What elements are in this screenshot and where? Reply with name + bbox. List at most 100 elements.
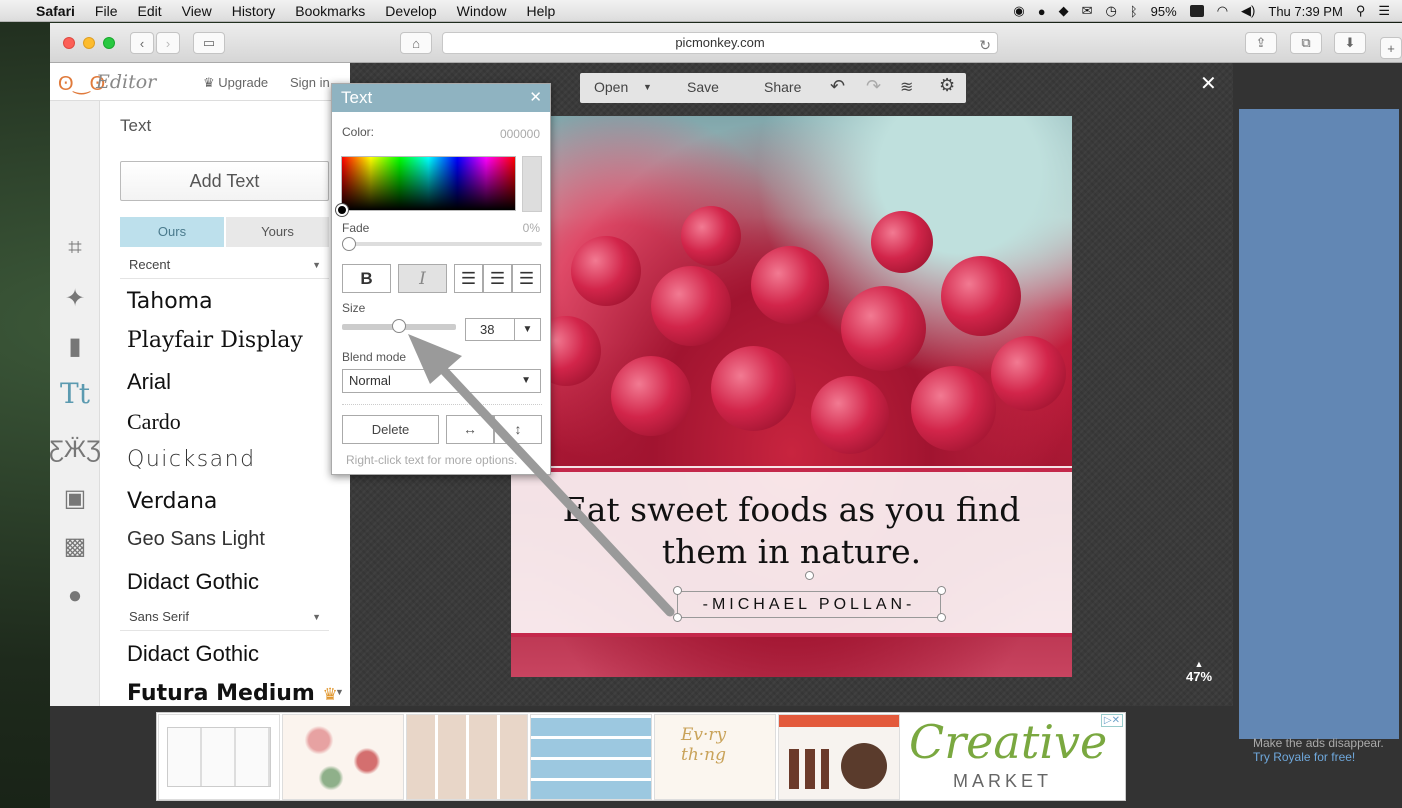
rotate-handle[interactable] <box>805 571 814 580</box>
ad-thumbnail[interactable] <box>530 714 652 800</box>
butterfly-icon[interactable]: ƸӜƷ <box>50 433 101 467</box>
signin-link[interactable]: Sign in <box>290 75 330 90</box>
zoom-control[interactable]: ▲ 47% <box>1186 659 1212 684</box>
texture-icon[interactable]: ▩ <box>58 529 92 563</box>
menu-file[interactable]: File <box>95 3 118 19</box>
italic-button[interactable]: I <box>398 264 447 293</box>
clock[interactable]: Thu 7:39 PM <box>1268 4 1342 19</box>
align-left-button[interactable]: ☰ <box>454 264 483 293</box>
battery-icon[interactable] <box>1189 5 1204 17</box>
undo-icon[interactable]: ↶ <box>830 76 845 97</box>
ad-thumbnail[interactable] <box>158 714 280 800</box>
spotlight-icon[interactable]: ⚲ <box>1356 3 1366 19</box>
ad-strip[interactable]: Ev·ry th·ng Creative MARKET ▷✕ <box>156 712 1126 801</box>
zoom-window-button[interactable] <box>103 37 115 49</box>
fade-slider-knob[interactable] <box>342 237 356 251</box>
resize-handle[interactable] <box>937 586 946 595</box>
address-bar[interactable]: picmonkey.com ↻ <box>442 32 998 54</box>
menu-edit[interactable]: Edit <box>137 3 161 19</box>
magic-wand-icon[interactable]: ✦ <box>58 281 92 315</box>
menu-window[interactable]: Window <box>457 3 507 19</box>
font-item[interactable]: Verdana <box>127 489 217 514</box>
close-icon[interactable]: ✕ <box>529 84 542 112</box>
color-spectrum[interactable] <box>341 156 516 211</box>
close-window-button[interactable] <box>63 37 75 49</box>
category-dropdown[interactable]: Sans Serif ▼ <box>120 603 329 631</box>
open-button[interactable]: Open <box>594 79 628 95</box>
fade-slider[interactable] <box>342 242 542 246</box>
share-editor-button[interactable]: Share <box>764 79 801 95</box>
menu-bookmarks[interactable]: Bookmarks <box>295 3 365 19</box>
ad-thumbnail[interactable] <box>406 714 528 800</box>
bold-button[interactable]: B <box>342 264 391 293</box>
align-right-button[interactable]: ☰ <box>512 264 541 293</box>
align-center-button[interactable]: ☰ <box>483 264 512 293</box>
lipstick-icon[interactable]: ▮ <box>58 329 92 363</box>
open-caret-icon[interactable]: ▼ <box>643 82 652 92</box>
font-item[interactable]: Cardo <box>127 409 181 435</box>
blend-mode-select[interactable]: Normal ▼ <box>342 369 541 393</box>
size-input[interactable]: 38 ▼ <box>465 318 541 341</box>
share-button[interactable]: ⇪ <box>1245 32 1277 54</box>
minimize-window-button[interactable] <box>83 37 95 49</box>
ad-thumbnail[interactable] <box>778 714 900 800</box>
font-item[interactable]: Quicksand <box>127 447 256 472</box>
ad-thumbnail[interactable] <box>282 714 404 800</box>
menu-history[interactable]: History <box>232 3 276 19</box>
bluetooth-icon[interactable]: ᛒ <box>1130 4 1138 19</box>
new-tab-button[interactable]: + <box>1380 37 1402 59</box>
notification-center-icon[interactable]: ☰ <box>1378 3 1390 19</box>
redo-icon[interactable]: ↷ <box>866 76 881 97</box>
font-item[interactable]: Playfair Display <box>127 328 303 353</box>
monkey-logo-icon[interactable]: ʘ‿ʘ <box>58 71 105 95</box>
recent-dropdown[interactable]: Recent ▼ <box>120 251 329 279</box>
menu-develop[interactable]: Develop <box>385 3 436 19</box>
resize-handle[interactable] <box>937 613 946 622</box>
caret-down-icon[interactable]: ▼ <box>514 319 540 340</box>
creative-market-ad[interactable]: Creative MARKET ▷✕ <box>901 713 1125 800</box>
dialog-header[interactable]: Text ✕ <box>332 84 550 112</box>
tab-yours[interactable]: Yours <box>226 217 329 247</box>
font-item[interactable]: Didact Gothic <box>127 569 259 595</box>
ad-close-icon[interactable]: ▷✕ <box>1100 714 1123 727</box>
flip-vertical-button[interactable]: ↕ <box>494 415 542 444</box>
tab-ours[interactable]: Ours <box>120 217 224 247</box>
add-text-button[interactable]: Add Text <box>120 161 329 201</box>
record-icon[interactable]: ◉ <box>1013 3 1024 19</box>
ad-thumbnail[interactable]: Ev·ry th·ng <box>654 714 776 800</box>
battery-percent[interactable]: 95% <box>1151 4 1177 19</box>
delete-button[interactable]: Delete <box>342 415 439 444</box>
quote-text[interactable]: Eat sweet foods as you find them in natu… <box>511 489 1072 573</box>
reload-icon[interactable]: ↻ <box>979 35 991 55</box>
text-tool-icon[interactable]: Tt <box>58 376 92 410</box>
menu-view[interactable]: View <box>182 3 212 19</box>
save-button[interactable]: Save <box>687 79 719 95</box>
time-machine-icon[interactable]: ◷ <box>1106 3 1117 19</box>
menu-help[interactable]: Help <box>526 3 555 19</box>
layers-icon[interactable]: ≋ <box>900 77 913 97</box>
resize-handle[interactable] <box>673 613 682 622</box>
royale-link[interactable]: Try Royale for free! <box>1253 750 1393 764</box>
close-editor-icon[interactable]: ✕ <box>1200 71 1217 96</box>
font-item[interactable]: Geo Sans Light <box>127 528 265 551</box>
color-hex[interactable]: 000000 <box>500 127 540 141</box>
font-item[interactable]: Tahoma <box>127 289 213 314</box>
font-item[interactable]: Arial <box>127 369 171 395</box>
flip-horizontal-button[interactable]: ↔ <box>446 415 494 444</box>
volume-icon[interactable]: ◀) <box>1241 3 1255 19</box>
tabs-button[interactable]: ⧉ <box>1290 32 1322 54</box>
crop-tool-icon[interactable]: ⌗ <box>58 231 92 265</box>
photo-canvas[interactable]: Eat sweet foods as you find them in natu… <box>511 116 1072 677</box>
sidebar-button[interactable]: ▭ <box>193 32 225 54</box>
color-swatch[interactable] <box>522 156 542 212</box>
upgrade-link[interactable]: ♛ Upgrade <box>203 75 268 91</box>
size-slider-knob[interactable] <box>392 319 406 333</box>
wifi-icon[interactable]: ◠ <box>1217 3 1228 19</box>
scroll-down-icon[interactable]: ▼ <box>335 687 344 697</box>
font-item[interactable]: Futura Medium ♛ <box>127 681 338 706</box>
home-button[interactable]: ⌂ <box>400 32 432 54</box>
apple-theme-icon[interactable]: ● <box>58 579 92 613</box>
evernote-icon[interactable]: ● <box>1038 4 1046 19</box>
downloads-button[interactable]: ⬇ <box>1334 32 1366 54</box>
menu-safari[interactable]: Safari <box>36 3 75 19</box>
